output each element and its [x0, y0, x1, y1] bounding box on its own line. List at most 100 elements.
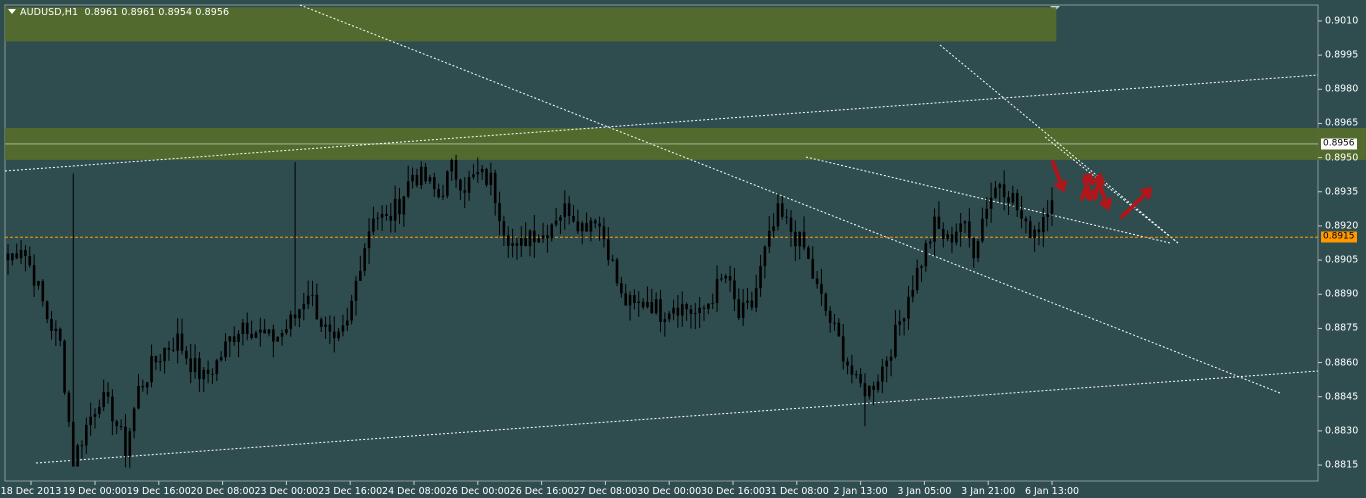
candle-body [798, 231, 801, 247]
candle-body [324, 324, 327, 327]
candle-body [219, 357, 223, 361]
candle-body [58, 328, 62, 341]
candle-body [11, 253, 14, 261]
candle-body [794, 231, 797, 247]
candle-body [737, 299, 741, 318]
candle-body [881, 366, 884, 382]
candle-body [524, 237, 527, 247]
candle-body [311, 294, 314, 296]
time-tick-label: 19 Dec 00:00 [63, 486, 127, 497]
price-tick-label: 0.8875 [1325, 322, 1359, 334]
candle-body [98, 406, 101, 414]
candle-body [367, 231, 371, 249]
candle-body [176, 333, 179, 351]
candle-body [854, 374, 858, 376]
candle-body [515, 243, 519, 246]
candle-body [776, 203, 780, 227]
candle-body [167, 347, 171, 350]
candle-body [259, 329, 262, 333]
level-price-label: 0.8915 [1321, 231, 1357, 243]
candle-body [1024, 218, 1028, 222]
candle-body [589, 220, 593, 232]
candle-body [28, 256, 32, 266]
candle-body [807, 247, 810, 259]
candle-body [372, 218, 375, 232]
time-tick-label: 26 Dec 16:00 [509, 486, 574, 497]
candle-body [1046, 213, 1049, 218]
candle-body [411, 174, 414, 182]
candle-body [663, 319, 667, 322]
candle-body [593, 220, 597, 224]
price-tick-label: 0.8920 [1325, 220, 1359, 232]
candle-body [241, 322, 245, 334]
candle-body [650, 302, 654, 313]
candle-body [115, 421, 119, 427]
candle-body [933, 216, 936, 242]
candle-body [846, 361, 849, 366]
candle-body [789, 217, 793, 232]
candle-body [520, 237, 523, 246]
candle-body [911, 290, 915, 297]
candle-body [946, 234, 949, 239]
candle-body [576, 221, 580, 232]
candle-body [654, 299, 658, 313]
candle-body [285, 329, 288, 334]
candle-body [106, 392, 110, 397]
candle-body [554, 220, 558, 225]
candle-body [267, 329, 271, 334]
candle-body [672, 307, 675, 314]
price-tick-label: 0.8890 [1325, 288, 1359, 300]
candle-body [685, 304, 688, 310]
candle-body [941, 228, 945, 239]
candle-body [472, 174, 475, 178]
price-tick-label: 0.8860 [1325, 357, 1359, 369]
candle-body [567, 203, 571, 216]
time-tick-label: 3 Jan 05:00 [897, 486, 952, 497]
candle-body [889, 356, 893, 361]
candle-body [637, 301, 641, 303]
candle-body [667, 313, 671, 320]
candle-body [124, 426, 127, 457]
candle-body [1033, 229, 1036, 238]
candle-body [1007, 197, 1010, 203]
price-chart[interactable] [0, 0, 1366, 498]
candle-body [989, 197, 993, 209]
price-tick-label: 0.8830 [1325, 425, 1359, 437]
candle-body [580, 223, 584, 232]
symbol-label: AUDUSD,H1 [20, 7, 79, 18]
time-tick-label: 20 Dec 08:00 [190, 486, 255, 497]
candle-body [402, 196, 406, 215]
candle-body [145, 382, 149, 388]
candle-body [37, 281, 40, 286]
candle-body [711, 302, 714, 304]
candle-body [119, 426, 123, 428]
candle-body [876, 381, 880, 390]
candle-body [376, 217, 380, 219]
plot-frame [4, 4, 1319, 482]
candle-body [293, 314, 297, 319]
collapse-arrow-icon[interactable] [8, 9, 16, 14]
candle-body [341, 325, 345, 332]
candle-body [454, 159, 458, 180]
candle-body [994, 187, 997, 198]
candle-body [972, 238, 975, 259]
time-tick-label: 6 Jan 13:00 [1024, 486, 1080, 497]
price-tick-label: 0.8950 [1325, 152, 1359, 164]
candle-body [19, 249, 23, 259]
candle-body [1037, 229, 1041, 233]
candle-body [676, 307, 680, 316]
candle-body [337, 331, 340, 339]
candle-body [998, 184, 1002, 188]
candle-body [137, 385, 140, 409]
candle-body [350, 300, 353, 321]
candle-body [598, 223, 601, 227]
candle-body [720, 278, 723, 280]
candle-body [837, 322, 841, 337]
candle-body [250, 333, 253, 338]
candle-body [45, 301, 49, 320]
candle-body [659, 299, 662, 322]
candle-body [328, 324, 332, 332]
candle-body [419, 166, 423, 186]
candle-body [502, 221, 506, 236]
candle-body [533, 230, 536, 243]
